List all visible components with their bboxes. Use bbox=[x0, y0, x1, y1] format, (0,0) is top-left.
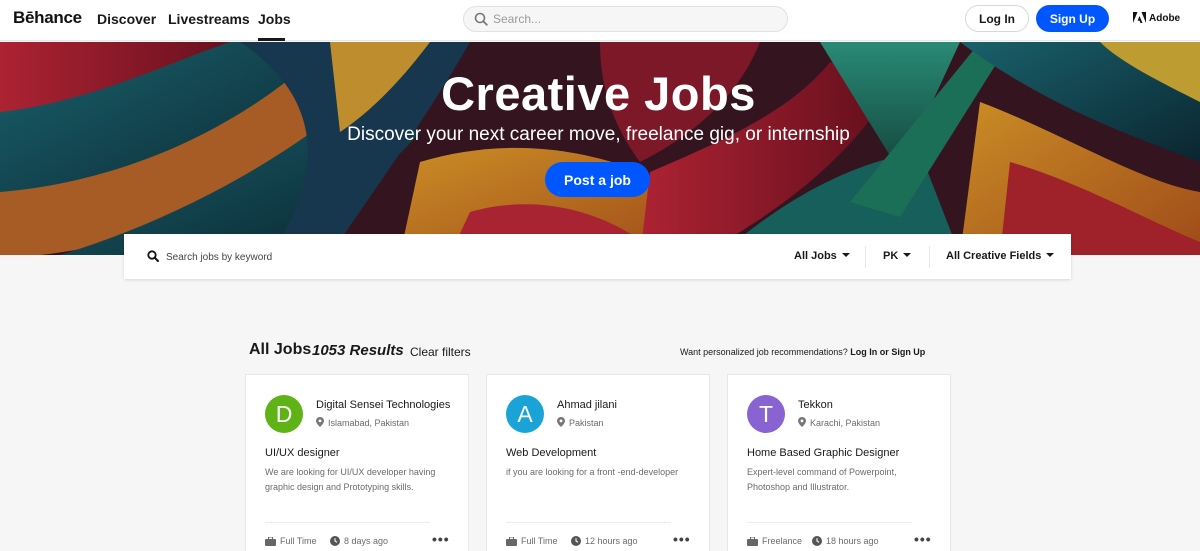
caret-down-icon bbox=[903, 253, 912, 257]
search-icon bbox=[474, 12, 488, 26]
nav-livestreams[interactable]: Livestreams bbox=[168, 11, 250, 27]
job-location: Islamabad, Pakistan bbox=[316, 417, 409, 428]
hero-banner: Creative Jobs Discover your next career … bbox=[0, 42, 1200, 255]
posted-time-text: 18 hours ago bbox=[826, 536, 879, 546]
divider bbox=[929, 246, 930, 268]
job-description: We are looking for UI/UX developer havin… bbox=[265, 467, 436, 492]
job-location: Pakistan bbox=[557, 417, 604, 428]
divider bbox=[506, 522, 671, 523]
creative-fields-label: All Creative Fields bbox=[946, 250, 1042, 262]
company-name[interactable]: Tekkon bbox=[798, 399, 938, 411]
job-description: Expert-level command of Powerpoint, Phot… bbox=[747, 467, 897, 492]
location-pin-icon bbox=[798, 417, 806, 427]
signup-button[interactable]: Sign Up bbox=[1036, 5, 1109, 32]
location-pin-icon bbox=[316, 417, 324, 427]
company-avatar[interactable]: D bbox=[265, 395, 303, 433]
company-name[interactable]: Ahmad jilani bbox=[557, 399, 697, 411]
location-pin-icon bbox=[557, 417, 565, 427]
briefcase-icon bbox=[265, 536, 276, 546]
job-title[interactable]: Web Development bbox=[506, 447, 596, 459]
posted-time-text: 12 hours ago bbox=[585, 536, 638, 546]
job-type-text: Freelance bbox=[762, 536, 803, 546]
search-input[interactable] bbox=[493, 10, 773, 28]
login-link[interactable]: Log In bbox=[850, 347, 877, 357]
adobe-link[interactable]: Adobe bbox=[1133, 12, 1180, 24]
caret-down-icon bbox=[1046, 253, 1055, 257]
divider bbox=[747, 522, 912, 523]
job-description: if you are looking for a front -end-deve… bbox=[506, 467, 679, 477]
job-type-label: All Jobs bbox=[794, 250, 837, 262]
job-type: Full Time bbox=[265, 536, 317, 546]
creative-fields-dropdown[interactable]: All Creative Fields bbox=[946, 250, 1055, 262]
posted-time: 8 days ago bbox=[330, 536, 388, 546]
login-button[interactable]: Log In bbox=[965, 5, 1029, 32]
divider bbox=[265, 522, 430, 523]
search-icon bbox=[147, 250, 159, 262]
job-type: Freelance bbox=[747, 536, 802, 546]
posted-time: 18 hours ago bbox=[812, 536, 879, 546]
nav-jobs[interactable]: Jobs bbox=[258, 11, 291, 27]
clear-filters-link[interactable]: Clear filters bbox=[410, 345, 471, 359]
nav-active-indicator bbox=[258, 38, 285, 41]
job-type-text: Full Time bbox=[521, 536, 558, 546]
country-dropdown[interactable]: PK bbox=[883, 250, 912, 262]
location-text: Karachi, Pakistan bbox=[810, 418, 881, 428]
more-options-icon[interactable]: ••• bbox=[673, 531, 691, 547]
results-title: All Jobs bbox=[249, 341, 312, 358]
briefcase-icon bbox=[506, 536, 517, 546]
clock-icon bbox=[812, 536, 822, 546]
signup-link[interactable]: Sign Up bbox=[891, 347, 925, 357]
results-count: 1053 Results bbox=[312, 342, 404, 359]
job-title[interactable]: UI/UX designer bbox=[265, 447, 340, 459]
posted-time: 12 hours ago bbox=[571, 536, 638, 546]
divider bbox=[865, 246, 866, 268]
post-job-button[interactable]: Post a job bbox=[545, 162, 650, 197]
job-type: Full Time bbox=[506, 536, 558, 546]
behance-logo[interactable]: Bēhance bbox=[13, 8, 82, 28]
top-navigation-bar: Bēhance Discover Livestreams Jobs Log In… bbox=[0, 0, 1200, 41]
clock-icon bbox=[571, 536, 581, 546]
job-title[interactable]: Home Based Graphic Designer bbox=[747, 447, 899, 459]
recommendation-prompt: Want personalized job recommendations? L… bbox=[680, 347, 925, 357]
clock-icon bbox=[330, 536, 340, 546]
caret-down-icon bbox=[841, 253, 850, 257]
more-options-icon[interactable]: ••• bbox=[432, 531, 450, 547]
job-type-dropdown[interactable]: All Jobs bbox=[794, 250, 850, 262]
job-type-text: Full Time bbox=[280, 536, 317, 546]
job-card[interactable]: D Digital Sensei Technologies Islamabad,… bbox=[245, 374, 469, 551]
recommendation-text: Want personalized job recommendations? bbox=[680, 347, 848, 357]
company-avatar[interactable]: T bbox=[747, 395, 785, 433]
country-label: PK bbox=[883, 250, 899, 262]
posted-time-text: 8 days ago bbox=[344, 536, 389, 546]
nav-discover[interactable]: Discover bbox=[97, 11, 156, 27]
or-text: or bbox=[879, 347, 889, 357]
job-location: Karachi, Pakistan bbox=[798, 417, 880, 428]
hero-subtitle: Discover your next career move, freelanc… bbox=[347, 124, 850, 145]
job-filter-bar: All Jobs PK All Creative Fields bbox=[124, 234, 1071, 279]
company-name[interactable]: Digital Sensei Technologies bbox=[316, 399, 456, 411]
job-keyword-search-input[interactable] bbox=[166, 249, 486, 265]
location-text: Pakistan bbox=[569, 418, 604, 428]
adobe-logo-icon bbox=[1133, 12, 1146, 23]
adobe-label: Adobe bbox=[1149, 13, 1181, 24]
job-card[interactable]: A Ahmad jilani Pakistan Web Development … bbox=[486, 374, 710, 551]
briefcase-icon bbox=[747, 536, 758, 546]
job-card[interactable]: T Tekkon Karachi, Pakistan Home Based Gr… bbox=[727, 374, 951, 551]
global-search[interactable] bbox=[463, 6, 788, 32]
hero-title: Creative Jobs bbox=[441, 67, 756, 120]
company-avatar[interactable]: A bbox=[506, 395, 544, 433]
location-text: Islamabad, Pakistan bbox=[328, 418, 410, 428]
more-options-icon[interactable]: ••• bbox=[914, 531, 932, 547]
